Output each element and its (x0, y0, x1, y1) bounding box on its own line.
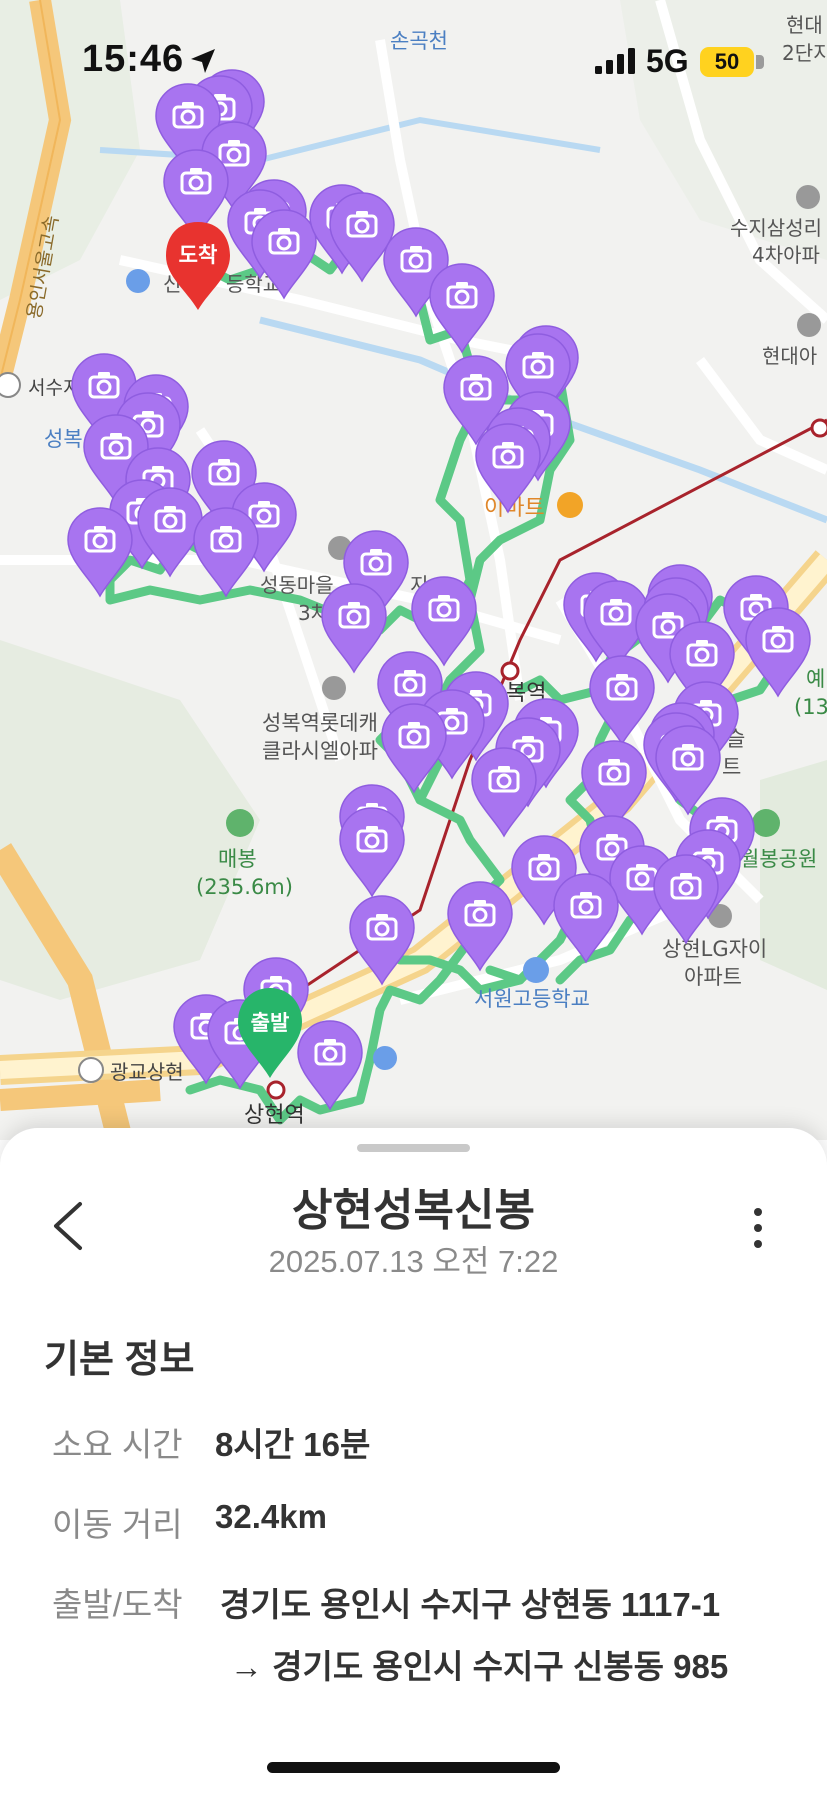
home-indicator[interactable] (267, 1762, 560, 1773)
start-marker-label: 출발 (251, 1011, 290, 1035)
map-label-poi: (13 (794, 695, 827, 719)
map-label-apt: 트 (722, 755, 741, 779)
network-type: 5G (646, 43, 689, 79)
map-label-ic: 광교상현 (110, 1060, 184, 1084)
map-label-school: 서원고등학교 (474, 987, 590, 1011)
more-options-button[interactable] (740, 1198, 776, 1258)
duration-value: 8시간 16분 (215, 1426, 371, 1463)
distance-label: 이동 거리 (52, 1506, 183, 1543)
distance-value: 32.4km (215, 1498, 327, 1535)
signal-icon (595, 48, 635, 74)
map-label-apt: 현대아 (762, 344, 817, 368)
route-title: 상현성복신봉 (292, 1186, 535, 1235)
status-time: 15:46 (82, 38, 185, 80)
map-label-apt: 4차아파 (752, 243, 820, 267)
location-arrow-icon (191, 49, 215, 73)
basic-info-heading: 기본 정보 (44, 1339, 195, 1381)
battery-cap (756, 55, 764, 69)
start-end-label: 출발/도착 (52, 1586, 183, 1623)
map-label-park: 월봉공원 (740, 847, 817, 871)
route-detail-sheet: 상현성복신봉 2025.07.13 오전 7:22 기본 정보 소요 시간 8시… (0, 1128, 827, 1793)
map-label-apt: 아파트 (684, 965, 742, 989)
start-address: 경기도 용인시 수지구 상현동 1117-1 (220, 1586, 721, 1623)
map-label-area: 성복 (44, 427, 83, 451)
status-bar: 15:46 5G 50 (0, 0, 827, 120)
battery-icon: 50 (700, 47, 754, 77)
map-label-apt: 성복역롯데캐 (262, 711, 378, 735)
end-marker-label: 도착 (179, 243, 218, 267)
map-label-mountain: 매봉 (218, 847, 257, 871)
map-label-station: 상현역 (244, 1103, 305, 1128)
map-label-mountain: (235.6m) (196, 875, 293, 899)
route-map[interactable]: 손곡천 현대 2단지 수지삼성리 4차아파 현대아 용인서울고속 서수지 성복 … (0, 0, 827, 1140)
map-label-apt: 성동마을 (260, 573, 334, 597)
map-label-apt: 클라시엘아파 (262, 739, 378, 763)
map-label-apt: 상현LG자이 (662, 937, 767, 961)
more-vertical-icon (754, 1208, 762, 1248)
sheet-drag-handle[interactable] (357, 1144, 470, 1152)
route-datetime: 2025.07.13 오전 7:22 (268, 1244, 559, 1279)
map-label-apt: 수지삼성리 (730, 216, 822, 240)
end-address: → 경기도 용인시 수지구 신봉동 985 (230, 1648, 729, 1685)
map-label-poi: 예 (806, 667, 825, 691)
duration-label: 소요 시간 (52, 1426, 183, 1463)
